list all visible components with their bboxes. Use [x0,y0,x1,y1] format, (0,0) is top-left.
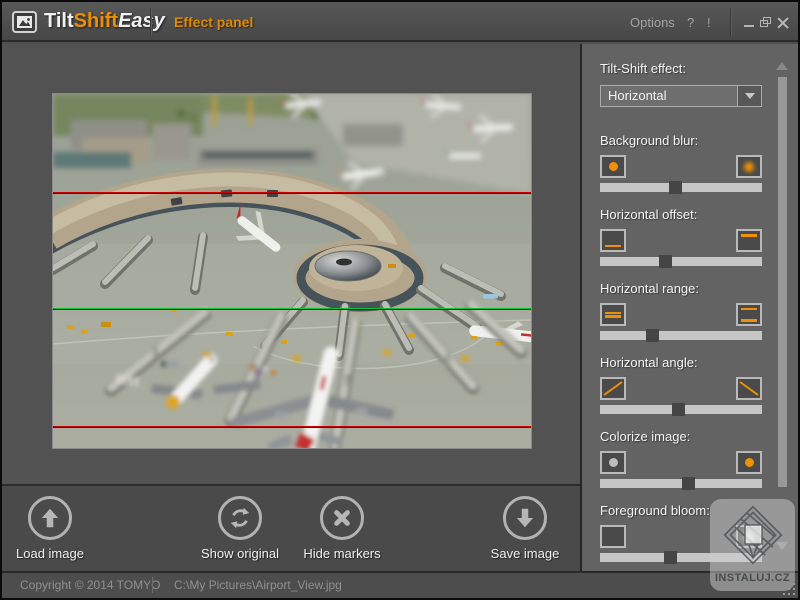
marker-green[interactable] [53,308,531,310]
app-title: TiltShiftEasy [44,10,165,33]
arrow-up-icon [28,496,72,540]
slider-thumb[interactable] [664,551,677,564]
restore-icon [760,17,771,27]
effect-dropdown-button[interactable] [737,86,761,106]
horizontal-angle-slider[interactable] [600,403,762,416]
airport-photo [53,94,531,448]
hide-markers-label: Hide markers [280,546,404,561]
options-menu[interactable]: Options [630,2,675,42]
slider-thumb[interactable] [669,181,682,194]
save-image-button[interactable]: Save image [463,494,587,570]
app-title-tilt: Tilt [44,10,74,32]
colorize-image-slider[interactable] [600,477,762,490]
status-bar: Copyright © 2014 TOMYO C:\My Pictures\Ai… [2,571,798,598]
hide-markers-button[interactable]: Hide markers [280,494,404,570]
effect-dropdown[interactable]: Horizontal [600,85,762,107]
photo-icon [14,13,35,31]
background-blur-slider[interactable] [600,181,762,194]
statusbar-divider [152,577,153,593]
tab-effect-panel[interactable]: Effect panel [174,14,253,30]
save-image-label: Save image [463,546,587,561]
sharp-dot-icon [600,155,626,178]
arrow-down-icon [503,496,547,540]
image-viewer [2,44,580,484]
bottom-toolbar: Load image Show original Hide markers [2,484,580,571]
slider-thumb[interactable] [659,255,672,268]
titlebar-divider [730,8,731,36]
app-title-shift: Shift [74,10,118,32]
photo-canvas[interactable] [52,93,532,449]
copyright-text: Copyright © 2014 TOMYO [20,578,160,592]
slider-track[interactable] [600,331,762,340]
instaluj-watermark: INSTALUJ.CZ [710,499,795,591]
titlebar-divider [150,8,151,36]
load-image-button[interactable]: Load image [0,494,112,570]
marker-red-bottom[interactable] [53,426,531,428]
restore-button[interactable] [757,14,773,30]
effect-dropdown-value: Horizontal [601,86,737,106]
lines-narrow-icon [600,303,626,326]
load-image-label: Load image [0,546,112,561]
effect-settings-panel: Tilt-Shift effect: Horizontal Background… [582,44,798,571]
line-top-icon [736,229,762,252]
app-title-easy: Easy [118,10,165,32]
app-window: TiltShiftEasy Effect panel Options ? ! [0,0,800,600]
effect-dropdown-label: Tilt-Shift effect: [600,61,686,76]
chevron-down-icon [745,93,755,99]
title-bar: TiltShiftEasy Effect panel Options ? ! [2,2,798,42]
alert-icon[interactable]: ! [707,15,711,30]
close-button[interactable] [774,14,790,30]
slider-track[interactable] [600,479,762,488]
help-icon[interactable]: ? [687,15,694,30]
scrollbar-thumb[interactable] [778,77,787,487]
foreground-bloom-label: Foreground bloom: [600,503,710,518]
background-blur-label: Background blur: [600,133,698,148]
marker-red-top[interactable] [53,192,531,194]
lines-wide-icon [736,303,762,326]
slider-thumb[interactable] [672,403,685,416]
blurred-dot-icon [736,155,762,178]
slider-thumb[interactable] [646,329,659,342]
slider-track[interactable] [600,257,762,266]
x-icon [320,496,364,540]
orange-dot-icon [736,451,762,474]
minimize-button[interactable] [741,14,757,30]
diagonal-up-icon [600,377,626,400]
close-icon [777,17,788,28]
line-bottom-icon [600,229,626,252]
slider-thumb[interactable] [682,477,695,490]
help-button[interactable]: ? [687,2,694,42]
horizontal-offset-label: Horizontal offset: [600,207,697,222]
options-button[interactable]: Options [630,15,675,30]
file-path-text: C:\My Pictures\Airport_View.jpg [174,578,342,592]
app-logo-icon [12,11,37,33]
gray-dot-icon [600,451,626,474]
horizontal-offset-slider[interactable] [600,255,762,268]
horizontal-range-label: Horizontal range: [600,281,699,296]
horizontal-angle-label: Horizontal angle: [600,355,698,370]
minimize-icon [744,25,754,27]
scroll-up-icon[interactable] [776,62,788,70]
dark-box-icon [600,525,626,548]
diagonal-down-icon [736,377,762,400]
rotunda-dome [293,239,427,313]
horizontal-range-slider[interactable] [600,329,762,342]
refresh-icon [218,496,262,540]
colorize-image-label: Colorize image: [600,429,690,444]
resize-grip-icon[interactable] [781,581,795,595]
about-button[interactable]: ! [707,2,711,42]
instaluj-logo-icon [721,505,785,567]
